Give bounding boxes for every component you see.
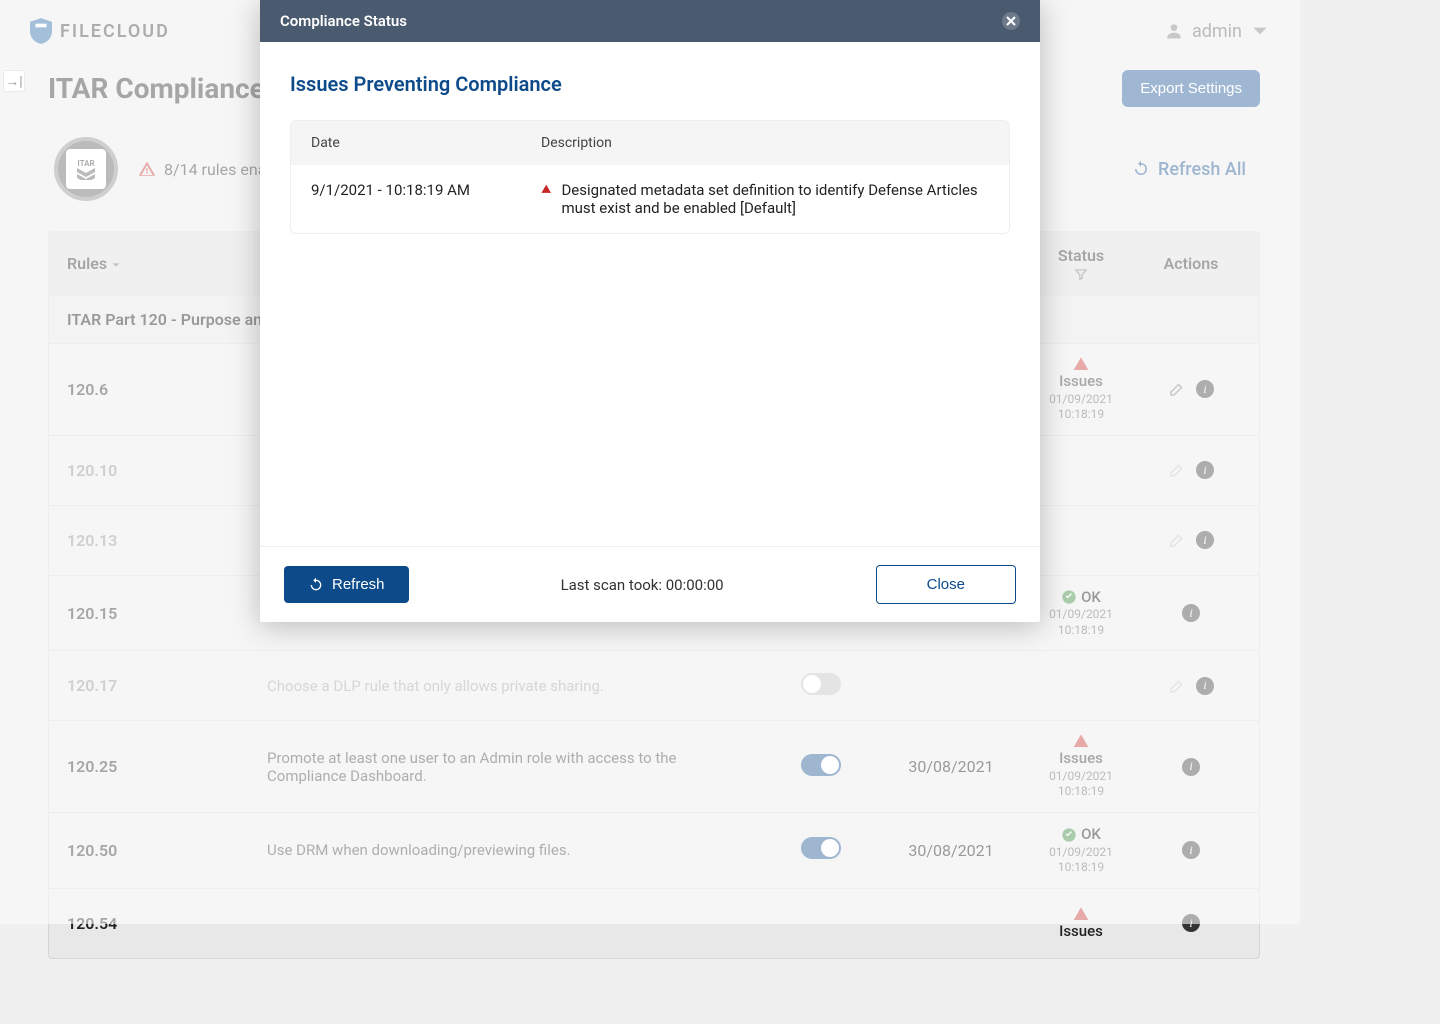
modal-title: Compliance Status bbox=[280, 12, 407, 30]
issues-table-header: Date Description bbox=[291, 121, 1009, 165]
modal-footer: Refresh Last scan took: 00:00:00 Close bbox=[260, 546, 1040, 622]
warning-icon bbox=[541, 181, 551, 197]
issue-description: Designated metadata set definition to id… bbox=[541, 181, 989, 217]
modal-close-button[interactable] bbox=[1002, 12, 1020, 30]
modal-close-footer-button[interactable]: Close bbox=[876, 565, 1016, 604]
issues-col-desc: Description bbox=[541, 135, 989, 151]
issues-table: Date Description 9/1/2021 - 10:18:19 AMD… bbox=[290, 120, 1010, 234]
refresh-icon bbox=[308, 577, 324, 593]
compliance-status-modal: Compliance Status Issues Preventing Comp… bbox=[260, 0, 1040, 622]
issue-date: 9/1/2021 - 10:18:19 AM bbox=[311, 181, 541, 217]
status-label: Issues bbox=[1059, 922, 1103, 942]
modal-header: Compliance Status bbox=[260, 0, 1040, 42]
modal-refresh-button[interactable]: Refresh bbox=[284, 566, 409, 603]
issue-row: 9/1/2021 - 10:18:19 AMDesignated metadat… bbox=[291, 165, 1009, 233]
issues-col-date: Date bbox=[311, 135, 541, 151]
modal-refresh-label: Refresh bbox=[332, 576, 385, 593]
modal-subtitle: Issues Preventing Compliance bbox=[290, 72, 1010, 96]
last-scan-text: Last scan took: 00:00:00 bbox=[561, 576, 724, 594]
modal-body: Issues Preventing Compliance Date Descri… bbox=[260, 42, 1040, 546]
close-icon bbox=[1006, 16, 1016, 26]
